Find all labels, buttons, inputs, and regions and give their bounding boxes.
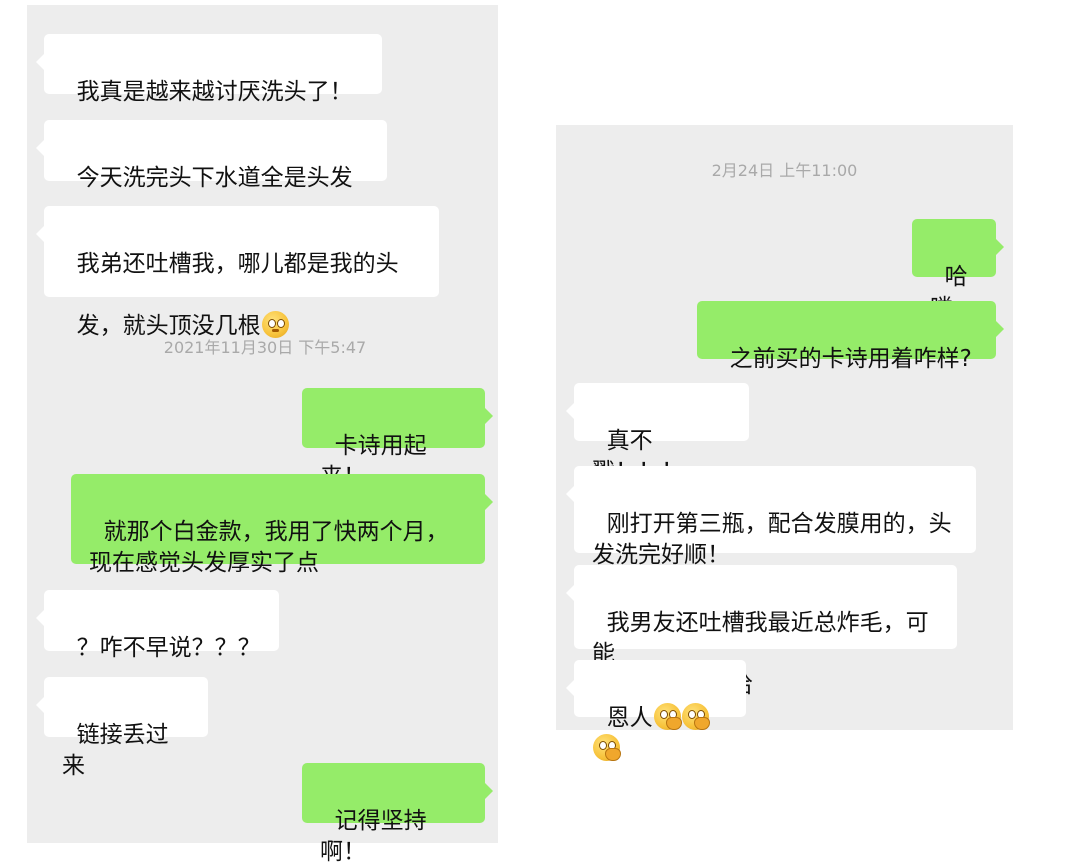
message-bubble-incoming[interactable]: 刚打开第三瓶，配合发膜用的，头 发洗完好顺！ — [566, 466, 976, 568]
message-bubble-outgoing[interactable]: 卡诗用起来！ — [302, 388, 493, 490]
thinking-face-emoji-icon — [681, 703, 710, 730]
thinking-face-emoji-icon — [593, 734, 621, 761]
message-bubble-outgoing[interactable]: 就那个白金款，我用了快两个月， 现在感觉头发厚实了点 — [71, 474, 493, 576]
message-bubble-incoming[interactable]: ？咋不早说？？？ — [36, 590, 279, 661]
message-text: 恩人 — [606, 705, 653, 731]
message-bubble-incoming[interactable]: 我男友还吐槽我最近总炸毛，可能 是头发多了哈哈 — [566, 565, 957, 698]
message-text: ？咋不早说？？？ — [76, 635, 261, 661]
message-text: 记得坚持啊！ — [320, 808, 427, 865]
message-bubble-incoming[interactable]: 我真是越来越讨厌洗头了！ — [36, 34, 382, 105]
message-text: 今天洗完头下水道全是头发 — [76, 165, 353, 191]
message-text: 我真是越来越讨厌洗头了！ — [76, 79, 353, 105]
message-bubble-outgoing[interactable]: 哈喽 — [912, 219, 1004, 321]
message-bubble-incoming[interactable]: 真不戳！！！ — [566, 383, 749, 485]
message-text: 我弟还吐槽我，哪儿都是我的头 — [76, 251, 399, 277]
timestamp: 2月24日 上午11:00 — [711, 161, 858, 180]
message-bubble-incoming[interactable]: 恩人 — [566, 660, 746, 761]
message-text: 之前买的卡诗用着咋样? — [729, 346, 972, 372]
message-bubble-incoming[interactable]: 我弟还吐槽我，哪儿都是我的头 发，就头顶没几根 — [36, 206, 439, 339]
message-bubble-outgoing[interactable]: 记得坚持啊！ — [302, 763, 493, 865]
timestamp: 2021年11月30日 下午5:47 — [163, 338, 367, 357]
message-bubble-incoming[interactable]: 链接丢过来 — [36, 677, 208, 779]
thinking-face-emoji-icon — [653, 703, 682, 730]
message-bubble-outgoing[interactable]: 之前买的卡诗用着咋样? — [697, 301, 1004, 372]
message-bubble-incoming[interactable]: 今天洗完头下水道全是头发 — [36, 120, 387, 191]
